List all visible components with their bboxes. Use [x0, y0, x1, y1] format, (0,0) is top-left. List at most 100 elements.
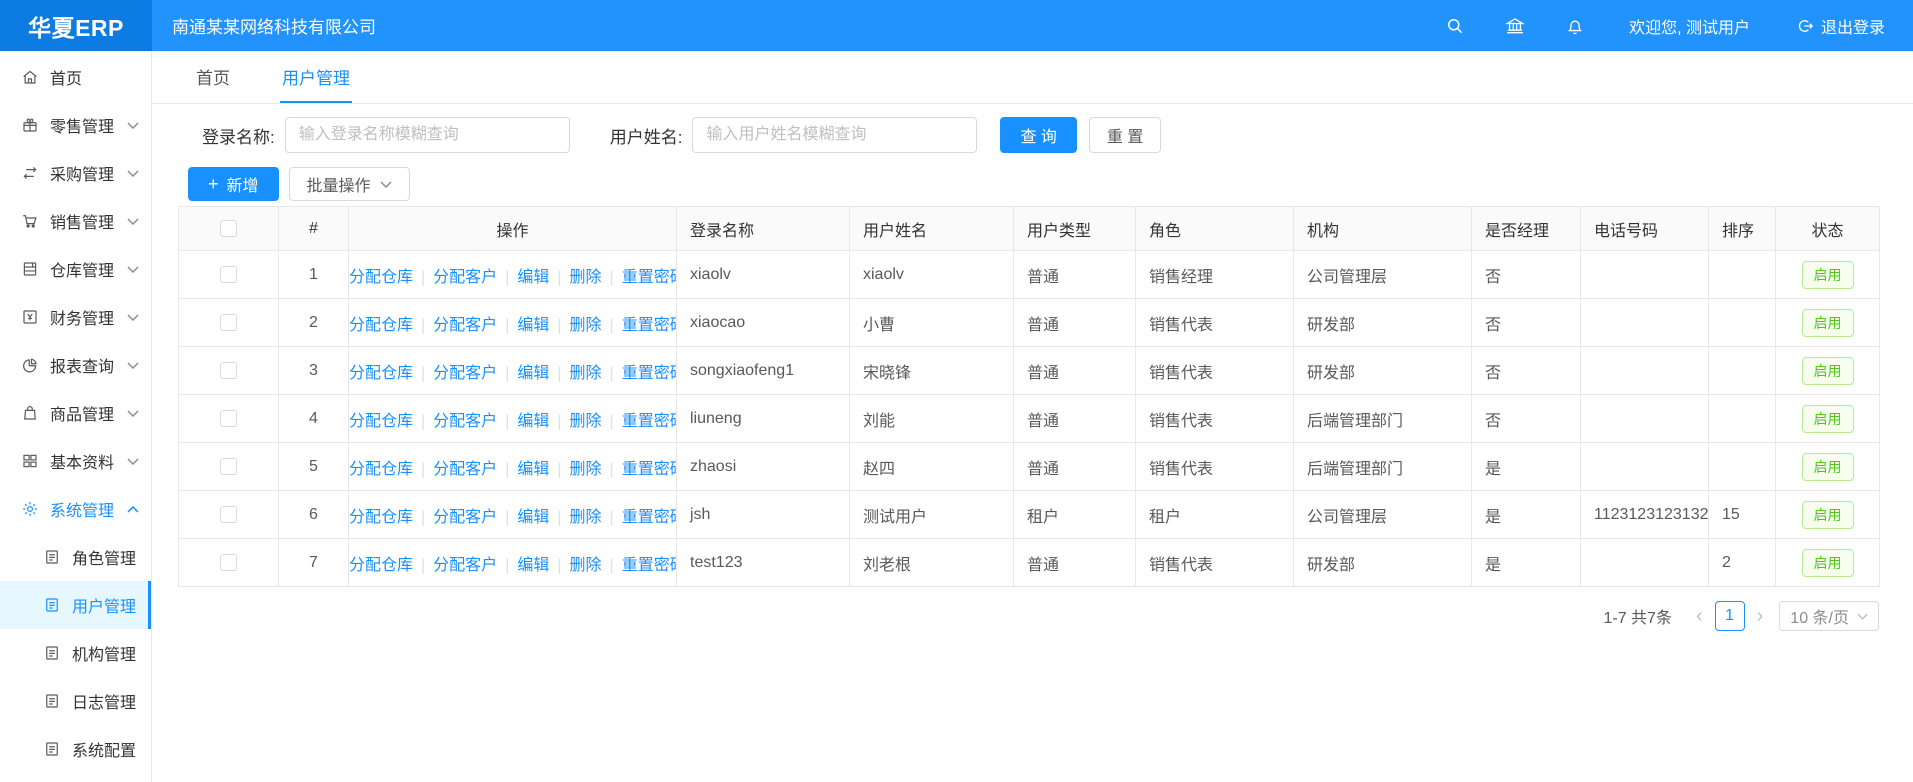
action-assign-warehouse[interactable]: 分配仓库	[349, 269, 413, 286]
user-name-cell: 刘老根	[850, 539, 1014, 587]
status-badge[interactable]: 启用	[1802, 453, 1854, 481]
row-index: 2	[279, 299, 349, 347]
row-checkbox[interactable]	[220, 314, 237, 331]
row-checkbox[interactable]	[220, 410, 237, 427]
column-header-10: 状态	[1776, 207, 1880, 251]
status-badge[interactable]: 启用	[1802, 309, 1854, 337]
user-name-input[interactable]	[692, 117, 977, 153]
action-assign-warehouse[interactable]: 分配仓库	[349, 461, 413, 478]
action-separator: |	[557, 413, 561, 430]
action-edit[interactable]: 编辑	[517, 317, 549, 334]
action-assign-customer[interactable]: 分配客户	[433, 317, 497, 334]
action-reset-password[interactable]: 重置密码	[622, 269, 677, 286]
action-assign-warehouse[interactable]: 分配仓库	[349, 557, 413, 574]
status-badge[interactable]: 启用	[1802, 501, 1854, 529]
sidebar-item-log[interactable]: 日志管理	[0, 677, 151, 725]
status-badge[interactable]: 启用	[1802, 549, 1854, 577]
sidebar-item-finance[interactable]: 财务管理	[0, 293, 151, 341]
doc-icon	[43, 692, 61, 710]
action-reset-password[interactable]: 重置密码	[622, 317, 677, 334]
sidebar-item-user[interactable]: 用户管理	[0, 581, 151, 629]
action-assign-warehouse[interactable]: 分配仓库	[349, 365, 413, 382]
action-assign-warehouse[interactable]: 分配仓库	[349, 413, 413, 430]
is-manager-cell: 否	[1472, 395, 1581, 443]
action-edit[interactable]: 编辑	[517, 509, 549, 526]
login-name-input[interactable]	[285, 117, 570, 153]
action-edit[interactable]: 编辑	[517, 461, 549, 478]
reset-button[interactable]: 重 置	[1089, 117, 1161, 153]
action-assign-customer[interactable]: 分配客户	[433, 557, 497, 574]
search-button[interactable]: 查 询	[1000, 117, 1076, 153]
row-actions: 分配仓库|分配客户|编辑|删除|重置密码	[349, 251, 677, 299]
row-checkbox[interactable]	[220, 554, 237, 571]
prev-page-button[interactable]: ‹	[1690, 606, 1709, 626]
action-edit[interactable]: 编辑	[517, 413, 549, 430]
bell-icon[interactable]	[1565, 16, 1585, 36]
sidebar-item-purchase[interactable]: 采购管理	[0, 149, 151, 197]
batch-actions-button[interactable]: 批量操作	[289, 167, 410, 201]
row-checkbox[interactable]	[220, 266, 237, 283]
tab-user-management[interactable]: 用户管理	[280, 51, 352, 103]
action-assign-warehouse[interactable]: 分配仓库	[349, 317, 413, 334]
add-user-button[interactable]: + 新增	[188, 167, 279, 201]
status-badge[interactable]: 启用	[1802, 357, 1854, 385]
sidebar-item-org[interactable]: 机构管理	[0, 629, 151, 677]
next-page-button[interactable]: ›	[1751, 606, 1770, 626]
action-reset-password[interactable]: 重置密码	[622, 461, 677, 478]
login-name-cell: jsh	[677, 491, 850, 539]
action-delete[interactable]: 删除	[570, 557, 602, 574]
action-assign-customer[interactable]: 分配客户	[433, 509, 497, 526]
action-assign-customer[interactable]: 分配客户	[433, 461, 497, 478]
logout-button[interactable]: 退出登录	[1796, 14, 1885, 38]
sidebar-item-config[interactable]: 系统配置	[0, 725, 151, 773]
action-reset-password[interactable]: 重置密码	[622, 365, 677, 382]
sidebar-item-role[interactable]: 角色管理	[0, 533, 151, 581]
table-row: 7分配仓库|分配客户|编辑|删除|重置密码test123刘老根普通销售代表研发部…	[179, 539, 1880, 587]
sidebar-item-label: 仓库管理	[50, 257, 114, 281]
status-badge[interactable]: 启用	[1802, 261, 1854, 289]
sidebar-item-basedata[interactable]: 基本资料	[0, 437, 151, 485]
column-header-7: 是否经理	[1472, 207, 1581, 251]
user-type-cell: 普通	[1014, 347, 1136, 395]
main-area: 首页用户管理 登录名称: 用户姓名: 查 询 重 置 + 新增 批量操作	[152, 51, 1913, 782]
sidebar-item-retail[interactable]: 零售管理	[0, 101, 151, 149]
action-separator: |	[505, 509, 509, 526]
action-delete[interactable]: 删除	[570, 269, 602, 286]
page-number-button[interactable]: 1	[1715, 601, 1745, 631]
action-assign-customer[interactable]: 分配客户	[433, 413, 497, 430]
sidebar-item-product[interactable]: 商品管理	[0, 389, 151, 437]
row-checkbox[interactable]	[220, 458, 237, 475]
page-size-select[interactable]: 10 条/页	[1779, 601, 1879, 631]
action-delete[interactable]: 删除	[570, 461, 602, 478]
action-assign-customer[interactable]: 分配客户	[433, 269, 497, 286]
row-index: 3	[279, 347, 349, 395]
sidebar-item-warehouse[interactable]: 仓库管理	[0, 245, 151, 293]
action-reset-password[interactable]: 重置密码	[622, 509, 677, 526]
bank-icon[interactable]	[1505, 16, 1525, 36]
cart-icon	[21, 212, 39, 230]
search-icon[interactable]	[1445, 16, 1465, 36]
action-edit[interactable]: 编辑	[517, 557, 549, 574]
doc-icon	[43, 548, 61, 566]
sidebar-item-label: 首页	[50, 65, 82, 89]
row-checkbox[interactable]	[220, 362, 237, 379]
sidebar-item-system[interactable]: 系统管理	[0, 485, 151, 533]
action-delete[interactable]: 删除	[570, 365, 602, 382]
action-delete[interactable]: 删除	[570, 413, 602, 430]
action-reset-password[interactable]: 重置密码	[622, 413, 677, 430]
sidebar-item-sales[interactable]: 销售管理	[0, 197, 151, 245]
row-checkbox[interactable]	[220, 506, 237, 523]
sidebar-item-home[interactable]: 首页	[0, 53, 151, 101]
status-badge[interactable]: 启用	[1802, 405, 1854, 433]
sidebar-item-report[interactable]: 报表查询	[0, 341, 151, 389]
action-edit[interactable]: 编辑	[517, 269, 549, 286]
tab-home[interactable]: 首页	[194, 51, 232, 103]
action-assign-customer[interactable]: 分配客户	[433, 365, 497, 382]
action-assign-warehouse[interactable]: 分配仓库	[349, 509, 413, 526]
company-name: 南通某某网络科技有限公司	[172, 13, 376, 38]
action-reset-password[interactable]: 重置密码	[622, 557, 677, 574]
action-delete[interactable]: 删除	[570, 317, 602, 334]
select-all-checkbox[interactable]	[220, 220, 237, 237]
action-delete[interactable]: 删除	[570, 509, 602, 526]
action-edit[interactable]: 编辑	[517, 365, 549, 382]
